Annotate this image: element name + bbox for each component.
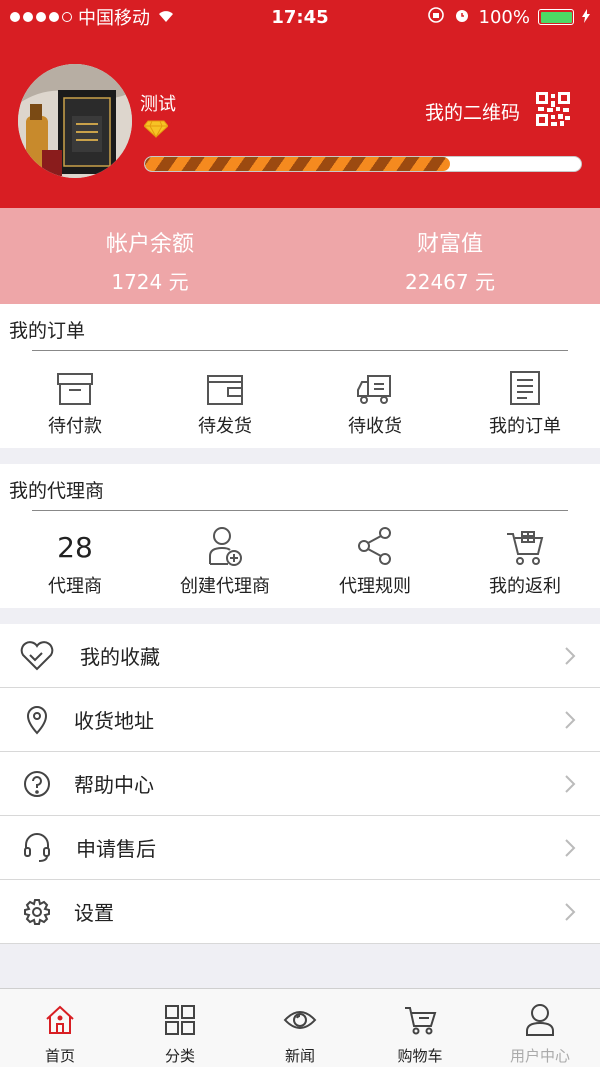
pending-payment-icon [0, 362, 150, 406]
account-summary: 帐户余额 1724 元 财富值 22467 元 [0, 208, 600, 304]
diamond-icon [143, 120, 169, 142]
menu-item-help[interactable]: 帮助中心 [0, 752, 600, 816]
agent-label: 代理规则 [339, 576, 411, 597]
tab-label: 用户中心 [509, 1047, 570, 1065]
chevron-right-icon [564, 838, 576, 862]
delivery-truck-icon [300, 362, 450, 406]
cart-icon [360, 1001, 480, 1039]
chevron-right-icon [564, 902, 576, 926]
battery-percent: 100% [478, 6, 530, 28]
order-label: 待发货 [198, 416, 252, 437]
level-progress-fill [145, 157, 451, 171]
menu-item-favorites[interactable]: 我的收藏 [0, 624, 600, 688]
menu-item-label: 收货地址 [74, 709, 154, 733]
heart-icon [0, 640, 74, 671]
pending-shipment-icon [150, 362, 300, 406]
tab-home[interactable]: 首页 [0, 989, 120, 1067]
qr-code-icon[interactable] [536, 92, 570, 130]
tab-label: 首页 [44, 1047, 75, 1065]
gear-icon [0, 898, 74, 926]
menu-item-label: 帮助中心 [74, 773, 154, 797]
bottom-tab-bar: 首页 分类 新闻 购物车 用户中心 [0, 988, 600, 1067]
create-agent-button[interactable]: 创建代理商 [150, 522, 300, 598]
agent-label: 我的返利 [489, 576, 561, 597]
order-label: 待付款 [48, 416, 102, 437]
agent-label: 代理商 [48, 576, 102, 597]
menu-item-label: 申请售后 [76, 837, 156, 861]
divider [32, 350, 568, 351]
tab-label: 分类 [164, 1047, 195, 1065]
section-title: 我的订单 [9, 320, 86, 342]
order-pending-shipment[interactable]: 待发货 [150, 362, 300, 438]
agent-label: 创建代理商 [180, 576, 270, 597]
tab-category[interactable]: 分类 [120, 989, 240, 1067]
order-all[interactable]: 我的订单 [450, 362, 600, 438]
profile-header: 测试 我的二维码 [0, 34, 600, 208]
cart-gift-icon [450, 522, 600, 566]
order-pending-receipt[interactable]: 待收货 [300, 362, 450, 438]
carrier-name: 中国移动 [78, 8, 150, 29]
headset-icon [0, 832, 74, 863]
wealth-label: 财富值 [416, 232, 483, 257]
location-pin-icon [0, 705, 74, 735]
eye-icon [240, 1001, 360, 1039]
user-icon [480, 1001, 600, 1039]
chevron-right-icon [564, 774, 576, 798]
tab-news[interactable]: 新闻 [240, 989, 360, 1067]
agent-rules-button[interactable]: 代理规则 [300, 522, 450, 598]
battery-icon [538, 9, 574, 25]
menu-item-after-sales[interactable]: 申请售后 [0, 816, 600, 880]
order-label: 待收货 [348, 416, 402, 437]
charging-icon [582, 7, 590, 28]
status-bar: 中国移动 17:45 100% [0, 0, 600, 34]
orientation-lock-icon [427, 6, 445, 29]
agents-count-cell[interactable]: 28 代理商 [0, 522, 150, 598]
signal-strength-icon [10, 12, 72, 22]
alarm-icon [453, 6, 471, 29]
username: 测试 [140, 94, 176, 115]
order-list-icon [450, 362, 600, 406]
balance-label: 帐户余额 [105, 232, 194, 257]
wifi-icon [156, 7, 176, 28]
my-rebate-button[interactable]: 我的返利 [450, 522, 600, 598]
tab-user-center[interactable]: 用户中心 [480, 989, 600, 1067]
account-balance[interactable]: 帐户余额 1724 元 [0, 208, 300, 304]
menu-list: 我的收藏 收货地址 帮助中心 申请售后 设置 [0, 624, 600, 944]
section-title: 我的代理商 [9, 480, 105, 502]
level-progress-bar [144, 156, 582, 172]
tab-label: 购物车 [397, 1047, 443, 1065]
menu-item-settings[interactable]: 设置 [0, 880, 600, 944]
share-nodes-icon [300, 522, 450, 566]
chevron-right-icon [564, 646, 576, 670]
avatar[interactable] [18, 64, 132, 178]
menu-item-address[interactable]: 收货地址 [0, 688, 600, 752]
menu-item-label: 我的收藏 [80, 645, 160, 669]
my-agents-section: 我的代理商 28 代理商 创建代理商 代理规则 我的返利 [0, 464, 600, 608]
wealth-value: 22467 元 [405, 270, 495, 294]
add-user-icon [150, 522, 300, 566]
help-circle-icon [0, 770, 74, 798]
my-orders-section: 我的订单 待付款 待发货 待收货 我的订单 [0, 304, 600, 448]
wealth-value-panel[interactable]: 财富值 22467 元 [300, 208, 600, 304]
my-qr-code-link[interactable]: 我的二维码 [425, 98, 520, 125]
divider [32, 510, 568, 511]
order-pending-payment[interactable]: 待付款 [0, 362, 150, 438]
grid-icon [120, 1001, 240, 1039]
tab-cart[interactable]: 购物车 [360, 989, 480, 1067]
agents-count: 28 [57, 531, 93, 564]
tab-label: 新闻 [284, 1047, 315, 1065]
balance-value: 1724 元 [111, 270, 189, 294]
order-label: 我的订单 [489, 416, 561, 437]
chevron-right-icon [564, 710, 576, 734]
home-icon [0, 1001, 120, 1039]
menu-item-label: 设置 [74, 901, 114, 925]
